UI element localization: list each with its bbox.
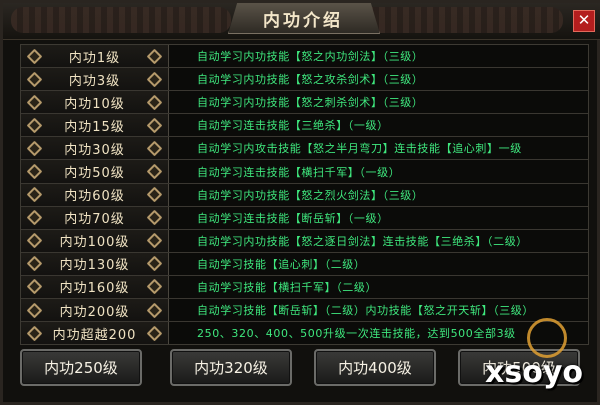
diamond-icon [146,209,163,226]
level-cell: 内功60级 [21,183,169,206]
diamond-icon [146,186,163,203]
skill-description: 自动学习连击技能【断岳斩】（一级） [197,211,389,225]
table-row: 内功10级 自动学习内功技能【怒之刺杀剑术】（三级） [21,91,588,115]
level-cell: 内功15级 [21,114,169,137]
level-cell: 内功10级 [21,91,169,114]
level-cell: 内功200级 [21,299,169,322]
diamond-icon [146,302,163,318]
level-cell: 内功50级 [21,160,169,183]
diamond-icon [26,48,43,64]
watermark-logo-icon [527,318,567,358]
level-cell: 内功160级 [21,275,169,299]
level-cell: 内功130级 [21,252,169,275]
level-cell: 内功超越200 [21,322,169,345]
diamond-icon [26,233,43,249]
table-row: 内功1级 自动学习内功技能【怒之内功剑法】（三级） [21,45,588,69]
level-cell: 内功100级 [21,229,169,252]
skill-description: 自动学习内功技能【怒之刺杀剑术】（三级） [197,96,424,110]
skill-description: 自动学习技能【断岳斩】（二级）内功技能【怒之开天斩】（三级） [197,304,534,318]
watermark-text: xsoyo [485,355,583,390]
diamond-icon [146,48,163,64]
skill-description: 自动学习内攻击技能【怒之半月弯刀】连击技能【追心刺】一级 [197,142,522,156]
diamond-icon [26,71,43,87]
diamond-icon [146,94,163,111]
diamond-icon [26,209,43,226]
level-label: 内功10级 [64,96,125,112]
diamond-icon [146,117,163,134]
level-label: 内功超越200 [52,327,137,343]
title-bar: 内功介绍 ✕ [3,3,600,40]
diamond-icon [26,117,43,134]
level-label: 内功15级 [64,119,125,135]
diamond-icon [146,279,163,295]
table-row: 内功70级 自动学习连击技能【断岳斩】（一级） [21,206,588,230]
level-label: 内功70级 [64,212,125,228]
window-title: 内功介绍 [263,11,343,31]
skill-description: 250、320、400、500升级一次连击技能，达到500全部3级 [197,327,516,341]
diamond-icon [26,163,43,180]
level-cell: 内功30级 [21,137,169,160]
level-cell: 内功3级 [21,68,169,91]
level-cell: 内功70级 [21,206,169,229]
diamond-icon [146,140,163,157]
skill-description: 自动学习技能【追心刺】（二级） [197,257,366,271]
skill-description: 自动学习内功技能【怒之逐日剑法】连击技能【三绝杀】（二级） [197,234,528,248]
table-row: 内功3级 自动学习内功技能【怒之攻杀剑术】（三级） [21,68,588,92]
diamond-icon [26,325,43,341]
level-label: 内功160级 [59,281,130,297]
level-label: 内功200级 [59,304,130,320]
diamond-icon [26,94,43,111]
table-row: 内功60级 自动学习内功技能【怒之烈火剑法】（三级） [21,183,588,207]
level-table: 内功1级 自动学习内功技能【怒之内功剑法】（三级） 内功3级 自动学习内功技能【… [20,44,589,346]
table-row: 内功15级 自动学习连击技能【三绝杀】（一级） [21,114,588,138]
level-label: 内功1级 [68,50,121,66]
table-row: 内功200级 自动学习技能【断岳斩】（二级）内功技能【怒之开天斩】（三级） [21,299,588,323]
skill-description: 自动学习技能【横扫千军】（二级） [197,280,378,294]
table-row: 内功50级 自动学习连击技能【横扫千军】（一级） [21,160,588,184]
skill-description: 自动学习内功技能【怒之内功剑法】（三级） [197,50,424,64]
table-row: 内功30级 自动学习内攻击技能【怒之半月弯刀】连击技能【追心刺】一级 [21,137,588,161]
level-label: 内功60级 [64,189,125,205]
skill-description: 自动学习内功技能【怒之烈火剑法】（三级） [197,188,424,202]
level-label: 内功130级 [59,258,130,274]
internal-skill-window: 内功介绍 ✕ 内功1级 自动学习内功技能【怒之内功剑法】（三级） 内功3级 自动… [0,0,600,405]
table-row: 内功130级 自动学习技能【追心刺】（二级） [21,252,588,276]
level-label: 内功30级 [64,142,125,158]
level-250-button[interactable]: 内功250级 [20,349,142,386]
diamond-icon [146,325,163,341]
diamond-icon [26,302,43,318]
level-label: 内功3级 [68,73,121,89]
diamond-icon [26,186,43,203]
diamond-icon [26,256,43,272]
level-400-button[interactable]: 内功400级 [314,349,436,386]
level-320-button[interactable]: 内功320级 [170,349,292,386]
skill-description: 自动学习连击技能【横扫千军】（一级） [197,165,401,179]
level-label: 内功100级 [59,235,130,251]
table-row: 内功100级 自动学习内功技能【怒之逐日剑法】连击技能【三绝杀】（二级） [21,229,588,253]
close-button[interactable]: ✕ [573,10,595,32]
dragon-ornament-left [11,7,231,33]
table-row: 内功超越200 250、320、400、500升级一次连击技能，达到500全部3… [21,322,588,345]
diamond-icon [146,71,163,87]
level-cell: 内功1级 [21,45,169,68]
diamond-icon [26,140,43,157]
skill-description: 自动学习内功技能【怒之攻杀剑术】（三级） [197,73,424,87]
diamond-icon [146,163,163,180]
diamond-icon [26,279,43,295]
level-label: 内功50级 [64,166,125,182]
table-row: 内功160级 自动学习技能【横扫千军】（二级） [21,275,588,300]
diamond-icon [146,233,163,249]
skill-description: 自动学习连击技能【三绝杀】（一级） [197,119,389,133]
diamond-icon [146,256,163,272]
